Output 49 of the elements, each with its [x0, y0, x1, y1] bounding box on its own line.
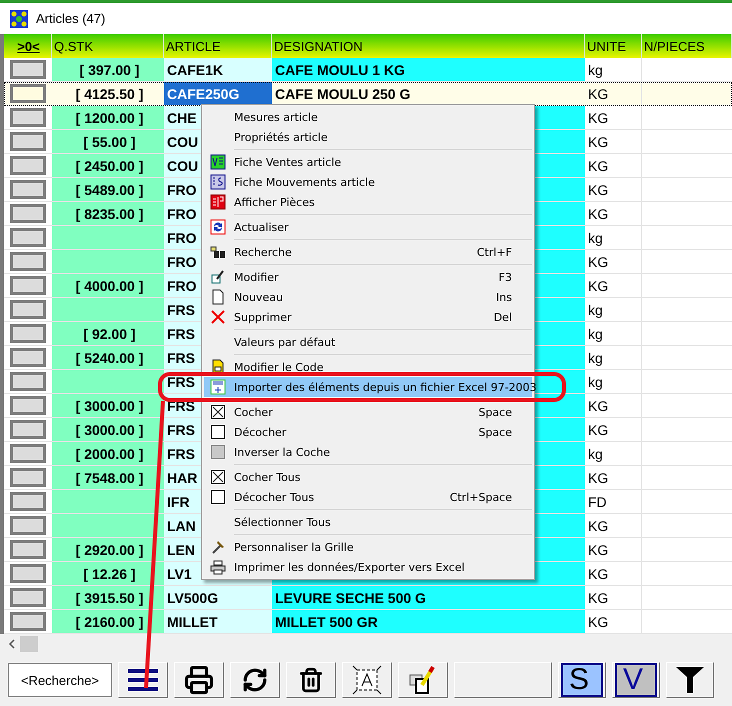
- unit-cell: KG: [585, 178, 642, 201]
- unit-cell: KG: [585, 586, 642, 609]
- unit-cell: KG: [585, 610, 642, 633]
- unit-cell: KG: [585, 514, 642, 537]
- unit-cell: kg: [585, 442, 642, 465]
- designation-cell: CAFE MOULU 1 KG: [272, 58, 585, 81]
- quantity-cell: [ 12.26 ]: [52, 562, 164, 585]
- quantity-cell: [ 2450.00 ]: [52, 154, 164, 177]
- quantity-cell: [ 1200.00 ]: [52, 106, 164, 129]
- designation-cell: LEVURE SECHE 500 G: [272, 586, 585, 609]
- unit-cell: KG: [585, 466, 642, 489]
- article-cell: CAFE250G: [164, 82, 272, 105]
- unit-cell: kg: [585, 298, 642, 321]
- quantity-cell: [ 55.00 ]: [52, 130, 164, 153]
- quantity-cell: [ 7548.00 ]: [52, 466, 164, 489]
- article-cell: MILLET: [164, 610, 272, 633]
- unit-cell: kg: [585, 58, 642, 81]
- quantity-cell: [ 2000.00 ]: [52, 442, 164, 465]
- article-cell: CAFE1K: [164, 58, 272, 81]
- unit-cell: KG: [585, 154, 642, 177]
- unit-cell: KG: [585, 250, 642, 273]
- quantity-cell: [ 92.00 ]: [52, 322, 164, 345]
- unit-cell: KG: [585, 106, 642, 129]
- quantity-cell: [ 3915.50 ]: [52, 586, 164, 609]
- quantity-cell: [ 2160.00 ]: [52, 610, 164, 633]
- unit-cell: KG: [585, 418, 642, 441]
- quantity-cell: [ 4000.00 ]: [52, 274, 164, 297]
- unit-cell: FD: [585, 490, 642, 513]
- unit-cell: kg: [585, 346, 642, 369]
- quantity-cell: [ 5489.00 ]: [52, 178, 164, 201]
- unit-cell: kg: [585, 322, 642, 345]
- article-cell: LV500G: [164, 586, 272, 609]
- unit-cell: KG: [585, 562, 642, 585]
- quantity-cell: [ 8235.00 ]: [52, 202, 164, 225]
- unit-cell: kg: [585, 226, 642, 249]
- unit-cell: kg: [585, 370, 642, 393]
- unit-cell: KG: [585, 274, 642, 297]
- unit-cell: KG: [585, 538, 642, 561]
- designation-cell: MILLET 500 GR: [272, 610, 585, 633]
- quantity-cell: [ 397.00 ]: [52, 58, 164, 81]
- quantity-cell: [ 3000.00 ]: [52, 394, 164, 417]
- quantity-cell: [ 5240.00 ]: [52, 346, 164, 369]
- quantity-cell: [ 3000.00 ]: [52, 418, 164, 441]
- unit-cell: KG: [585, 130, 642, 153]
- unit-cell: KG: [585, 394, 642, 417]
- quantity-cell: [ 2920.00 ]: [52, 538, 164, 561]
- window-title: Articles (47): [36, 11, 106, 26]
- unit-cell: KG: [585, 82, 642, 105]
- unit-cell: KG: [585, 202, 642, 225]
